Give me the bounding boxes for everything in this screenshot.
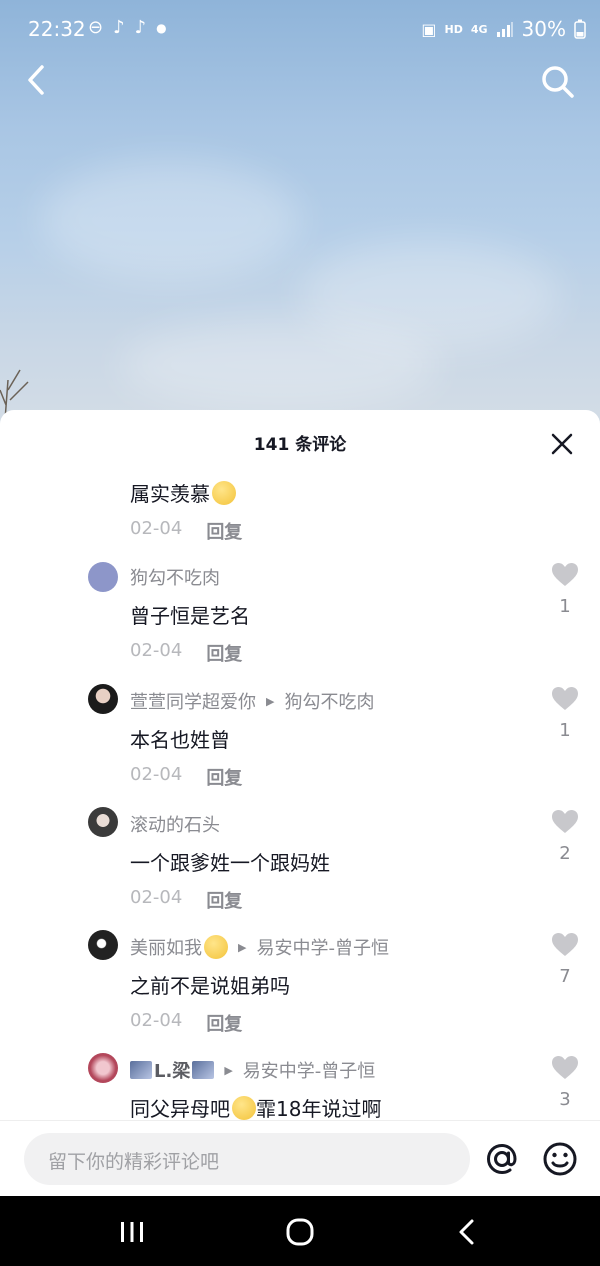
system-back-button[interactable] bbox=[448, 1214, 488, 1250]
tiktok-icon: ♪ bbox=[113, 17, 125, 38]
comment-meta: 02-04 回复 bbox=[130, 518, 242, 544]
heart-icon bbox=[552, 933, 578, 956]
comment-text: 本名也姓曾 bbox=[130, 728, 230, 752]
comment-username[interactable]: 狗勾不吃肉 bbox=[130, 564, 220, 590]
comments-sheet: 141 条评论 属实羡慕 02-04 回复 狗勾不吃肉 曾子恒是艺名 02-04… bbox=[0, 410, 600, 1196]
reply-arrow-icon: ▶ bbox=[224, 1063, 233, 1077]
comment-text: 之前不是说姐弟吗 bbox=[130, 974, 290, 998]
comment-text: 同父异母吧 霏18年说过啊 bbox=[130, 1096, 382, 1121]
comment-date: 02-04 bbox=[130, 764, 183, 785]
like-button[interactable]: 2 bbox=[550, 809, 580, 864]
comment-username[interactable]: L.梁 ▶ 易安中学-曾子恒 bbox=[130, 1057, 375, 1083]
pleading-emoji-icon bbox=[212, 481, 236, 505]
comment-date: 02-04 bbox=[130, 1010, 183, 1031]
comment-username[interactable]: 美丽如我 ▶ 易安中学-曾子恒 bbox=[130, 934, 389, 960]
comment-input-bar: 留下你的精彩评论吧 bbox=[0, 1120, 600, 1197]
heart-icon bbox=[552, 810, 578, 833]
comment-date: 02-04 bbox=[130, 518, 183, 539]
reply-button[interactable]: 回复 bbox=[206, 1010, 242, 1036]
battery-percent: 30% bbox=[521, 17, 566, 41]
like-button[interactable]: 3 bbox=[550, 1055, 580, 1110]
like-count: 7 bbox=[559, 966, 571, 987]
mention-button[interactable] bbox=[482, 1139, 522, 1179]
tiktok-icon: ♪ bbox=[134, 17, 147, 38]
signal-label: 4G bbox=[470, 22, 488, 36]
like-count: 2 bbox=[559, 843, 571, 864]
heart-icon bbox=[552, 563, 578, 586]
comment-date: 02-04 bbox=[130, 887, 183, 908]
reply-arrow-icon: ▶ bbox=[238, 940, 247, 954]
reply-button[interactable]: 回复 bbox=[206, 887, 242, 913]
reply-button[interactable]: 回复 bbox=[206, 518, 242, 544]
comment-username[interactable]: 滚动的石头 bbox=[130, 811, 220, 837]
back-button[interactable] bbox=[22, 62, 52, 98]
system-nav-bar bbox=[0, 1196, 600, 1266]
like-count: 3 bbox=[559, 1089, 571, 1110]
signal-icon bbox=[496, 22, 513, 37]
avatar[interactable] bbox=[88, 562, 118, 592]
avatar[interactable] bbox=[88, 807, 118, 837]
close-button[interactable] bbox=[550, 432, 574, 456]
flushed-emoji-icon bbox=[232, 1096, 256, 1120]
comment-text: 属实羡慕 bbox=[130, 478, 236, 507]
comment-text: 一个跟爹姓一个跟妈姓 bbox=[130, 851, 330, 875]
recent-apps-button[interactable] bbox=[112, 1214, 152, 1250]
avatar[interactable] bbox=[88, 930, 118, 960]
alarm-icon: ▣ bbox=[421, 19, 437, 39]
search-button[interactable] bbox=[538, 62, 578, 102]
reply-arrow-icon: ▶ bbox=[266, 694, 275, 708]
like-count: 1 bbox=[559, 720, 571, 741]
comment-meta: 02-04 回复 bbox=[130, 764, 242, 790]
laughing-emoji-icon bbox=[204, 935, 228, 959]
emoji-button[interactable] bbox=[540, 1139, 580, 1179]
sparkle-icon bbox=[130, 1061, 152, 1079]
video-background bbox=[0, 0, 600, 430]
comment-meta: 02-04 回复 bbox=[130, 887, 242, 913]
reply-button[interactable]: 回复 bbox=[206, 764, 242, 790]
more-dot-icon: ● bbox=[156, 20, 167, 35]
home-button[interactable] bbox=[280, 1214, 320, 1250]
comments-count-title: 141 条评论 bbox=[253, 435, 347, 455]
heart-icon bbox=[552, 687, 578, 710]
avatar[interactable] bbox=[88, 1053, 118, 1083]
sparkle-icon bbox=[192, 1061, 215, 1079]
like-count: 1 bbox=[559, 596, 571, 617]
status-bar: 22:32 ⊖ ♪ ♪ ● ▣ HD 4G 30% bbox=[0, 0, 600, 58]
comment-meta: 02-04 回复 bbox=[130, 640, 242, 666]
comment-meta: 02-04 回复 bbox=[130, 1010, 242, 1036]
network-label: HD bbox=[444, 22, 463, 36]
comment-input[interactable]: 留下你的精彩评论吧 bbox=[24, 1133, 470, 1185]
reply-button[interactable]: 回复 bbox=[206, 640, 242, 666]
comment-text: 曾子恒是艺名 bbox=[130, 604, 250, 628]
comment-input-placeholder: 留下你的精彩评论吧 bbox=[48, 1151, 220, 1173]
like-button[interactable]: 1 bbox=[550, 686, 580, 741]
heart-icon bbox=[552, 1056, 578, 1079]
avatar[interactable] bbox=[88, 684, 118, 714]
notification-icons: ⊖ ♪ ♪ ● bbox=[88, 17, 167, 38]
comment-username[interactable]: 萱萱同学超爱你 ▶ 狗勾不吃肉 bbox=[130, 688, 374, 714]
status-time: 22:32 bbox=[28, 17, 86, 41]
like-button[interactable]: 7 bbox=[550, 932, 580, 987]
comment-date: 02-04 bbox=[130, 640, 183, 661]
like-button[interactable]: 1 bbox=[550, 562, 580, 617]
status-right: ▣ HD 4G 30% bbox=[421, 17, 586, 41]
battery-icon bbox=[574, 19, 586, 39]
dnd-icon: ⊖ bbox=[88, 17, 104, 38]
